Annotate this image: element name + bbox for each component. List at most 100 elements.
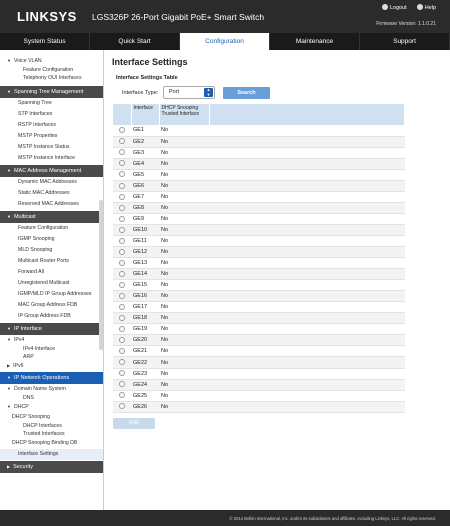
sidebar-item-reserved-mac[interactable]: Reserved MAC Addresses [0, 199, 103, 210]
table-row[interactable]: GE6 No [113, 180, 405, 192]
sidebar-item-unregistered-mc[interactable]: Unregistered Multicast [0, 278, 103, 289]
table-row[interactable]: GE4 No [113, 158, 405, 170]
row-radio[interactable] [119, 138, 125, 145]
row-radio[interactable] [119, 403, 125, 410]
sidebar-item-mc-feature[interactable]: Feature Configuration [0, 223, 103, 234]
sidebar-group-dns[interactable]: ▼ Domain Name System [0, 384, 103, 394]
table-row[interactable]: GE8 No [113, 202, 405, 214]
sidebar-item-interface-settings[interactable]: Interface Settings [0, 449, 103, 460]
sidebar-item-vv-feature[interactable]: Feature Configuration [0, 66, 103, 74]
row-radio[interactable] [119, 348, 125, 355]
sidebar-item-rstp-interfaces[interactable]: RSTP Interfaces [0, 120, 103, 131]
sidebar-subgroup-dhcp-snooping[interactable]: DHCP Snooping [0, 412, 103, 422]
sidebar-item-igmp-snooping[interactable]: IGMP Snooping [0, 234, 103, 245]
sidebar-item-ip-group-fdb[interactable]: IP Group Address FDB [0, 311, 103, 322]
sidebar-item-mac-group-fdb[interactable]: MAC Group Address FDB [0, 300, 103, 311]
sidebar-group-ipv4[interactable]: ▼ IPv4 [0, 335, 103, 345]
sidebar-item-static-mac[interactable]: Static MAC Addresses [0, 188, 103, 199]
sidebar-item-igmp-mld-group[interactable]: IGMP/MLD IP Group Addresses [0, 289, 103, 300]
sidebar-item-trusted-interfaces[interactable]: Trusted Interfaces [0, 430, 103, 438]
table-row[interactable]: GE5 No [113, 169, 405, 181]
sidebar-section-ip-network-ops[interactable]: ▼ IP Network Operations [0, 372, 103, 384]
table-row[interactable]: GE12 No [113, 246, 405, 259]
table-row[interactable]: GE20 No [113, 334, 405, 347]
search-button[interactable]: Search [223, 87, 270, 99]
edit-button[interactable]: Edit [113, 418, 155, 429]
sidebar-section-stm[interactable]: ▼ Spanning Tree Management [0, 86, 103, 98]
row-radio[interactable] [119, 237, 125, 244]
help-link[interactable]: Help [416, 4, 436, 11]
row-radio[interactable] [119, 359, 125, 366]
table-row[interactable]: GE16 No [113, 290, 405, 303]
sidebar-item-arp[interactable]: ARP [0, 353, 103, 361]
row-radio[interactable] [119, 315, 125, 322]
table-row[interactable]: GE21 No [113, 345, 405, 358]
row-radio[interactable] [119, 182, 125, 189]
table-row[interactable]: GE9 No [113, 213, 405, 225]
row-radio[interactable] [119, 259, 125, 266]
tab-system-status[interactable]: System Status [0, 33, 90, 50]
row-radio[interactable] [119, 127, 125, 134]
row-radio[interactable] [119, 226, 125, 233]
row-radio[interactable] [119, 160, 125, 167]
table-row[interactable]: GE18 No [113, 312, 405, 325]
table-row[interactable]: GE2 No [113, 136, 405, 148]
sidebar-group-dhcp[interactable]: ▼ DHCP [0, 402, 103, 412]
interface-type-select[interactable]: Port ▲ ▼ [163, 86, 215, 99]
table-row[interactable]: GE3 No [113, 147, 405, 159]
sidebar-item-dhcp-binding-db[interactable]: DHCP Snooping Binding DB [0, 438, 103, 449]
row-radio[interactable] [119, 193, 125, 200]
row-radio[interactable] [119, 370, 125, 377]
row-radio[interactable] [119, 215, 125, 222]
table-row[interactable]: GE14 No [113, 268, 405, 281]
table-row[interactable]: GE26 No [113, 401, 405, 413]
table-row[interactable]: GE17 No [113, 301, 405, 314]
row-radio[interactable] [119, 248, 125, 255]
sidebar-section-mac[interactable]: ▼ MAC Address Management [0, 165, 103, 177]
table-row[interactable]: GE13 No [113, 257, 405, 270]
row-radio[interactable] [119, 204, 125, 211]
row-radio[interactable] [119, 392, 125, 399]
row-radio[interactable] [119, 326, 125, 333]
row-radio[interactable] [119, 149, 125, 156]
sidebar-section-security[interactable]: ▶ Security [0, 461, 103, 473]
table-row[interactable]: GE19 No [113, 323, 405, 336]
sidebar-item-mstp-properties[interactable]: MSTP Properties [0, 131, 103, 142]
sidebar-item-dhcp-interfaces[interactable]: DHCP Interfaces [0, 422, 103, 430]
table-row[interactable]: GE1 No [113, 125, 405, 137]
sidebar-scrollbar[interactable] [99, 200, 103, 350]
table-row[interactable]: GE15 No [113, 279, 405, 292]
sidebar-item-mld-snooping[interactable]: MLD Snooping [0, 245, 103, 256]
row-radio[interactable] [119, 281, 125, 288]
tab-support[interactable]: Support [360, 33, 450, 50]
sidebar-item-dynamic-mac[interactable]: Dynamic MAC Addresses [0, 177, 103, 188]
sidebar-item-mstp-instance-status[interactable]: MSTP Instance Status [0, 142, 103, 153]
sidebar-item-dns[interactable]: DNS [0, 394, 103, 402]
table-row[interactable]: GE11 No [113, 235, 405, 248]
row-radio[interactable] [119, 337, 125, 344]
table-row[interactable]: GE25 No [113, 390, 405, 402]
table-row[interactable]: GE7 No [113, 191, 405, 203]
table-row[interactable]: GE23 No [113, 368, 405, 380]
table-row[interactable]: GE10 No [113, 224, 405, 236]
sidebar-group-voice-vlan[interactable]: ▼ Voice VLAN [0, 56, 103, 66]
row-radio[interactable] [119, 171, 125, 178]
logout-link[interactable]: Logout [381, 4, 407, 11]
tab-quick-start[interactable]: Quick Start [90, 33, 180, 50]
row-radio[interactable] [119, 270, 125, 277]
sidebar-group-ipv6[interactable]: ▶ IPv6 [0, 361, 103, 371]
row-radio[interactable] [119, 381, 125, 388]
sidebar-item-ipv4-interface[interactable]: IPv4 Interface [0, 345, 103, 353]
row-radio[interactable] [119, 293, 125, 299]
sidebar-item-mc-router-ports[interactable]: Multicast Router Ports [0, 256, 103, 267]
tab-configuration[interactable]: Configuration [180, 33, 270, 50]
sidebar-item-forward-all[interactable]: Forward All [0, 267, 103, 278]
table-row[interactable]: GE22 No [113, 356, 405, 369]
sidebar-item-stp-interfaces[interactable]: STP Interfaces [0, 109, 103, 120]
table-row[interactable]: GE24 No [113, 379, 405, 391]
sidebar-section-multicast[interactable]: ▼ Multicast [0, 211, 103, 223]
row-radio[interactable] [119, 304, 125, 311]
sidebar-item-spanning-tree[interactable]: Spanning Tree [0, 98, 103, 109]
sidebar-section-ip-interface[interactable]: ▼ IP Interface [0, 323, 103, 335]
sidebar-item-mstp-instance-interface[interactable]: MSTP Instance Interface [0, 153, 103, 164]
